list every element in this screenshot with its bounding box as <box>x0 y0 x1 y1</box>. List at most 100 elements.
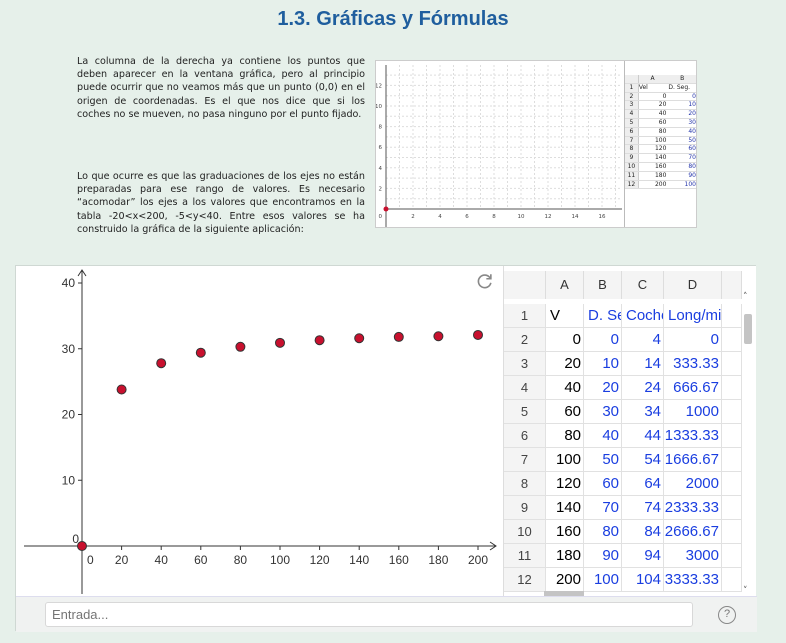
cell-b[interactable]: 90 <box>584 544 622 567</box>
cell-a[interactable]: 160 <box>546 520 584 543</box>
cell-a[interactable]: 20 <box>546 352 584 375</box>
column-header-a[interactable]: A <box>546 271 584 299</box>
cell-b[interactable]: 20 <box>584 376 622 399</box>
row-number[interactable]: 2 <box>504 328 546 351</box>
cell-d[interactable]: 3000 <box>664 544 722 567</box>
row-number[interactable]: 4 <box>504 376 546 399</box>
row-number[interactable]: 6 <box>504 424 546 447</box>
graphics-view[interactable]: 20 40 60 80 100 120 140 160 180 200 10 20 30 40 0 0 <box>16 266 503 596</box>
cell-e[interactable] <box>722 472 742 495</box>
cell-b[interactable]: 100 <box>584 568 622 591</box>
cell-c[interactable]: 84 <box>622 520 664 543</box>
thumb-cell: 0 <box>662 92 667 100</box>
scroll-down-icon[interactable]: ˅ <box>743 586 748 596</box>
cell-b[interactable]: 10 <box>584 352 622 375</box>
cell-d[interactable]: 3333.33 <box>664 568 722 591</box>
row-number[interactable]: 8 <box>504 472 546 495</box>
cell-d[interactable]: 333.33 <box>664 352 722 375</box>
cell-c[interactable]: 64 <box>622 472 664 495</box>
row-number[interactable]: 3 <box>504 352 546 375</box>
cell-c[interactable]: 34 <box>622 400 664 423</box>
cell-a[interactable]: 120 <box>546 472 584 495</box>
cell-b[interactable]: 40 <box>584 424 622 447</box>
row-number[interactable]: 7 <box>504 448 546 471</box>
help-icon[interactable]: ? <box>718 606 736 624</box>
cell-e[interactable] <box>722 376 742 399</box>
data-point[interactable] <box>116 384 127 395</box>
vertical-scrollbar[interactable]: ˄ ˅ <box>742 292 754 596</box>
cell-c[interactable]: Coche <box>622 304 664 327</box>
data-point[interactable] <box>77 541 87 551</box>
reset-icon[interactable] <box>476 272 494 290</box>
cell-c[interactable]: 24 <box>622 376 664 399</box>
cell-a[interactable]: V <box>546 304 584 327</box>
cell-b[interactable]: 50 <box>584 448 622 471</box>
data-point[interactable] <box>235 341 246 352</box>
cell-e[interactable] <box>722 352 742 375</box>
row-number[interactable]: 12 <box>504 568 546 591</box>
cell-e[interactable] <box>722 400 742 423</box>
input-field[interactable] <box>45 602 693 627</box>
cell-d[interactable]: 666.67 <box>664 376 722 399</box>
cell-c[interactable]: 14 <box>622 352 664 375</box>
cell-e[interactable] <box>722 448 742 471</box>
cell-a[interactable]: 0 <box>546 328 584 351</box>
cell-e[interactable] <box>722 568 742 591</box>
input-bar: ? <box>16 596 757 632</box>
cell-a[interactable]: 180 <box>546 544 584 567</box>
cell-c[interactable]: 104 <box>622 568 664 591</box>
data-point[interactable] <box>354 333 365 344</box>
cell-b[interactable]: 70 <box>584 496 622 519</box>
thumb-row: 10 160 80 <box>625 162 696 172</box>
scroll-up-icon[interactable]: ˄ <box>743 292 748 302</box>
column-header-d[interactable]: D <box>664 271 722 299</box>
cell-b[interactable]: D. Se <box>584 304 622 327</box>
cell-c[interactable]: 44 <box>622 424 664 447</box>
cell-a[interactable]: 200 <box>546 568 584 591</box>
cell-c[interactable]: 4 <box>622 328 664 351</box>
data-point[interactable] <box>195 347 206 358</box>
cell-e[interactable] <box>722 496 742 519</box>
cell-a[interactable]: 100 <box>546 448 584 471</box>
cell-b[interactable]: 0 <box>584 328 622 351</box>
cell-d[interactable]: 2333.33 <box>664 496 722 519</box>
column-header-b[interactable]: B <box>584 271 622 299</box>
cell-d[interactable]: 2666.67 <box>664 520 722 543</box>
column-header-e[interactable] <box>722 271 742 299</box>
cell-a[interactable]: 140 <box>546 496 584 519</box>
spreadsheet-view[interactable]: A B C D 1VD. SeCocheLong/mi2004032010143… <box>503 266 756 596</box>
row-number[interactable]: 1 <box>504 304 546 327</box>
cell-c[interactable]: 94 <box>622 544 664 567</box>
data-point[interactable] <box>156 358 167 369</box>
column-header-c[interactable]: C <box>622 271 664 299</box>
cell-e[interactable] <box>722 544 742 567</box>
cell-a[interactable]: 40 <box>546 376 584 399</box>
cell-b[interactable]: 80 <box>584 520 622 543</box>
scrollbar-thumb[interactable] <box>744 314 752 344</box>
row-number[interactable]: 9 <box>504 496 546 519</box>
cell-b[interactable]: 30 <box>584 400 622 423</box>
data-point[interactable] <box>433 331 444 342</box>
cell-c[interactable]: 54 <box>622 448 664 471</box>
cell-d[interactable]: Long/mi <box>664 304 722 327</box>
cell-d[interactable]: 1333.33 <box>664 424 722 447</box>
row-number[interactable]: 10 <box>504 520 546 543</box>
cell-e[interactable] <box>722 328 742 351</box>
data-point[interactable] <box>393 331 404 342</box>
cell-c[interactable]: 74 <box>622 496 664 519</box>
cell-d[interactable]: 2000 <box>664 472 722 495</box>
data-point[interactable] <box>275 337 285 348</box>
row-number[interactable]: 5 <box>504 400 546 423</box>
cell-e[interactable] <box>722 304 742 327</box>
cell-a[interactable]: 60 <box>546 400 584 423</box>
cell-e[interactable] <box>722 424 742 447</box>
cell-d[interactable]: 0 <box>664 328 722 351</box>
cell-d[interactable]: 1000 <box>664 400 722 423</box>
cell-d[interactable]: 1666.67 <box>664 448 722 471</box>
cell-e[interactable] <box>722 520 742 543</box>
data-point[interactable] <box>314 335 325 346</box>
cell-a[interactable]: 80 <box>546 424 584 447</box>
data-point[interactable] <box>473 329 483 340</box>
cell-b[interactable]: 60 <box>584 472 622 495</box>
row-number[interactable]: 11 <box>504 544 546 567</box>
